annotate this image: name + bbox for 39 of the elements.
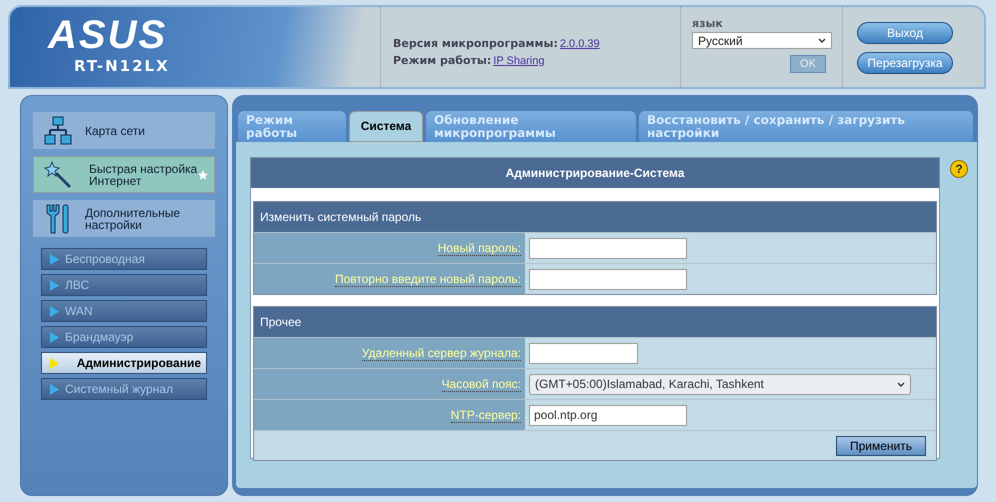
field-label: Новый пароль: <box>438 240 521 256</box>
apply-button[interactable]: Применить <box>836 436 926 456</box>
timezone-select[interactable]: (GMT+05:00)Islamabad, Karachi, Tashkent <box>529 374 911 394</box>
star-icon <box>198 170 208 180</box>
chevron-icon <box>818 38 826 43</box>
menu-item[interactable]: Карта сети <box>33 112 215 149</box>
network-icon <box>43 116 73 146</box>
mode-link[interactable]: IP Sharing <box>493 55 544 67</box>
language-select[interactable]: Русский <box>692 32 832 49</box>
menu-item[interactable]: Дополнительные настройки <box>33 200 215 237</box>
input-field[interactable] <box>529 238 687 258</box>
mode-label: Режим работы: <box>393 54 492 67</box>
tab[interactable]: Система <box>349 111 423 142</box>
triangle-icon <box>50 280 59 290</box>
chevron-icon <box>897 382 905 386</box>
logo: ASUS <box>48 15 168 55</box>
triangle-icon <box>50 384 59 394</box>
triangle-icon <box>50 254 59 264</box>
help-icon[interactable]: ? <box>950 160 968 178</box>
model-name: RT-N12LX <box>74 57 170 75</box>
section-header: Изменить системный пароль <box>254 202 936 232</box>
section-header: Прочее <box>254 307 936 337</box>
firmware-link[interactable]: 2.0.0.39 <box>560 38 600 50</box>
menu-item[interactable]: Быстрая настройка Интернет <box>33 156 215 193</box>
input-field[interactable]: pool.ntp.org <box>529 404 687 426</box>
field-label: Повторно введите новый пароль: <box>334 272 521 286</box>
field-label: NTP-сервер: <box>450 408 521 422</box>
language-label: язык <box>692 17 723 30</box>
submenu-item[interactable]: Администрирование <box>41 352 207 374</box>
triangle-icon <box>50 358 59 368</box>
field-label: Часовой пояс: <box>442 376 521 392</box>
field-label: Удаленный сервер журнала: <box>362 346 521 360</box>
magic-wand-icon <box>44 160 74 190</box>
triangle-icon <box>50 332 59 342</box>
firmware-label: Версия микропрограммы: <box>393 37 558 50</box>
input-field[interactable] <box>529 342 638 364</box>
triangle-icon <box>50 306 59 316</box>
panel-title: Администрирование-Система <box>251 158 939 188</box>
input-field[interactable] <box>529 268 687 290</box>
